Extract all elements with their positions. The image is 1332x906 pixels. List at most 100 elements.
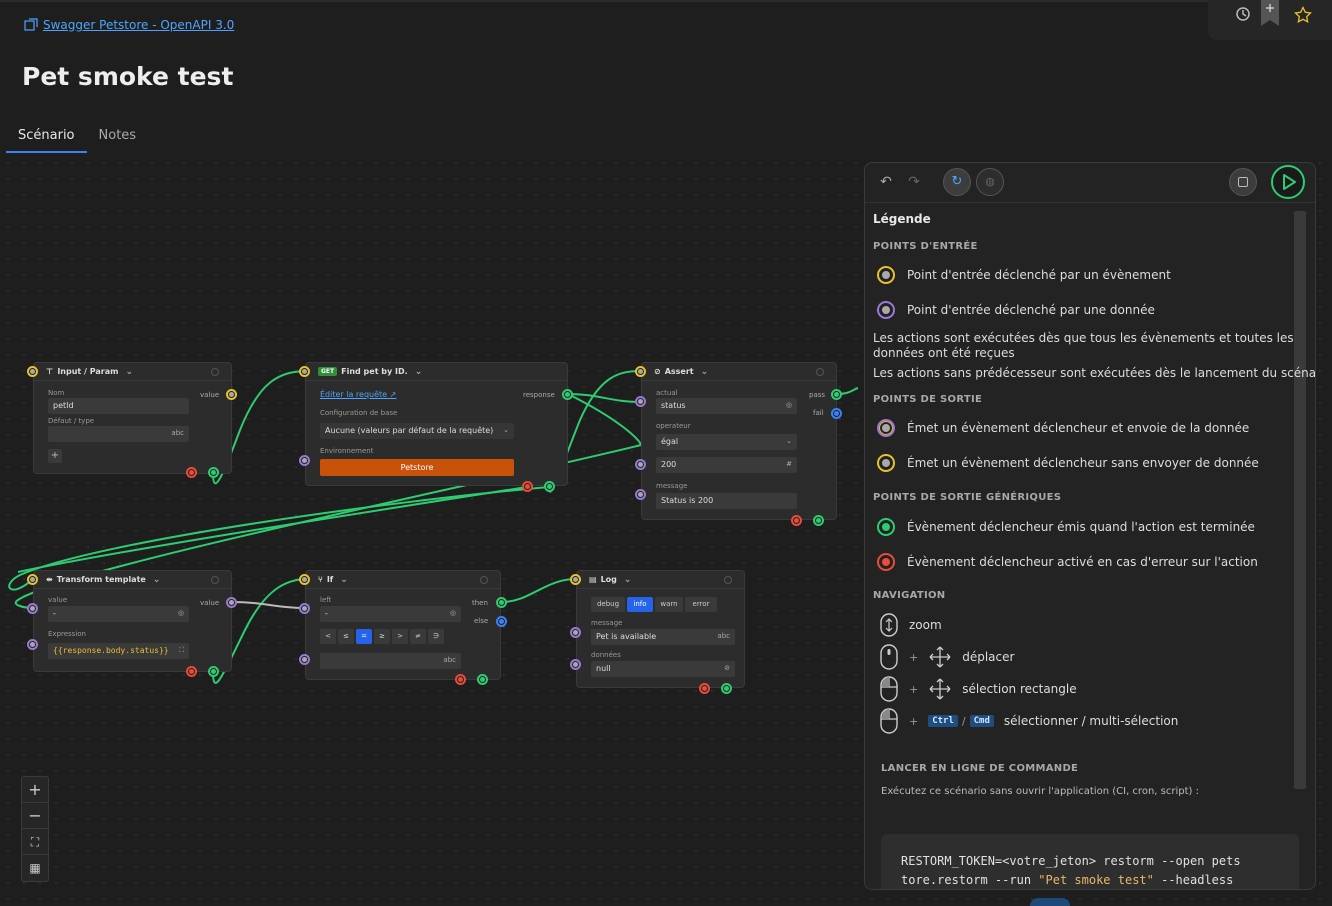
then-output-port[interactable] <box>496 597 507 608</box>
op-ne[interactable]: ≠ <box>410 629 426 644</box>
chevron-down-icon[interactable]: ⌄ <box>153 575 161 585</box>
op-le[interactable]: ≤ <box>338 629 354 644</box>
chevron-down-icon[interactable]: ⌄ <box>701 367 709 377</box>
event-entry-port[interactable] <box>635 366 646 377</box>
actual-input[interactable]: status ◎ <box>656 398 797 414</box>
node-header[interactable]: ⊘ Assert ⌄ <box>642 363 836 381</box>
op-contains[interactable]: ∋ <box>428 629 444 644</box>
op-eq[interactable]: = <box>356 629 372 644</box>
node-header[interactable]: ⑂ If ⌄ <box>306 571 500 589</box>
error-output-port[interactable] <box>455 674 466 685</box>
level-info[interactable]: info <box>627 597 653 612</box>
expression-input[interactable]: {{response.body.status}} ⛶ <box>48 643 189 659</box>
bookmark-add-icon[interactable] <box>1260 0 1280 28</box>
else-output-port[interactable] <box>496 616 507 627</box>
data-entry-port[interactable] <box>299 455 310 466</box>
data-entry-port[interactable] <box>570 659 581 670</box>
environment-button[interactable]: Petstore <box>320 459 514 476</box>
data-input[interactable]: null ⊘ <box>591 661 735 677</box>
chevron-down-icon[interactable]: ⌄ <box>340 575 348 585</box>
operator-select[interactable]: égal ⌄ <box>656 434 797 450</box>
event-entry-port[interactable] <box>299 366 310 377</box>
undo-icon[interactable]: ↶ <box>877 173 895 191</box>
left-entry-port[interactable] <box>299 603 310 614</box>
name-input[interactable]: petId <box>48 398 189 414</box>
done-output-port[interactable] <box>544 481 555 492</box>
response-output-port[interactable] <box>562 389 573 400</box>
node-if[interactable]: ⑂ If ⌄ left - ◎ < ≤ = ≥ > ≠ ∋ abc then el… <box>305 570 501 680</box>
op-ge[interactable]: ≥ <box>374 629 390 644</box>
event-entry-port[interactable] <box>27 574 38 585</box>
fail-output-port[interactable] <box>831 408 842 419</box>
level-debug[interactable]: debug <box>591 597 625 612</box>
stop-button[interactable] <box>1229 168 1257 196</box>
event-entry-port[interactable] <box>27 366 38 377</box>
done-output-port[interactable] <box>208 467 219 478</box>
expand-icon[interactable]: ⛶ <box>179 646 184 655</box>
value-output-port[interactable] <box>226 597 237 608</box>
node-header[interactable]: GET Find pet by ID. ⌄ <box>306 363 567 381</box>
error-output-port[interactable] <box>522 481 533 492</box>
node-transform-template[interactable]: ⇴ Transform template ⌄ value - ◎ Expressi… <box>33 570 232 672</box>
node-log[interactable]: ▤ Log ⌄ debug info warn error message Pe… <box>576 570 745 688</box>
run-button[interactable] <box>1271 165 1305 199</box>
value-input[interactable]: - ◎ <box>48 606 189 622</box>
actual-entry-port[interactable] <box>635 396 646 407</box>
done-output-port[interactable] <box>813 515 824 526</box>
error-output-port[interactable] <box>791 515 802 526</box>
done-output-port[interactable] <box>721 683 732 694</box>
history-icon[interactable] <box>1234 5 1252 23</box>
zoom-in-button[interactable]: + <box>22 777 48 803</box>
pass-output-port[interactable] <box>831 389 842 400</box>
default-type-input[interactable]: abc <box>48 426 189 442</box>
null-icon[interactable]: ⊘ <box>724 664 730 672</box>
node-input-param[interactable]: ⊤ Input / Param ⌄ Nom petId Défaut / typ… <box>33 362 232 474</box>
fit-view-button[interactable]: ⛶ <box>22 829 48 855</box>
add-param-button[interactable]: + <box>48 449 62 463</box>
message-entry-port[interactable] <box>635 489 646 500</box>
message-entry-port[interactable] <box>570 627 581 638</box>
chevron-down-icon[interactable]: ⌄ <box>125 367 133 377</box>
right-input[interactable]: abc <box>320 653 461 669</box>
config-select[interactable]: Aucune (valeurs par défaut de la requête… <box>320 423 514 439</box>
zoom-out-button[interactable]: − <box>22 803 48 829</box>
error-output-port[interactable] <box>699 683 710 694</box>
redo-icon[interactable]: ↷ <box>905 173 923 191</box>
expected-input[interactable]: 200 # <box>656 457 797 473</box>
expected-entry-port[interactable] <box>635 459 646 470</box>
error-output-port[interactable] <box>186 666 197 677</box>
op-lt[interactable]: < <box>320 629 336 644</box>
value-entry-port[interactable] <box>27 603 38 614</box>
expression-entry-port[interactable] <box>27 639 38 650</box>
left-input[interactable]: - ◎ <box>320 606 461 622</box>
disabled-action-button[interactable]: ◍ <box>976 168 1004 196</box>
event-entry-port[interactable] <box>299 574 310 585</box>
tab-notes[interactable]: Notes <box>87 126 149 153</box>
value-output-port[interactable] <box>226 389 237 400</box>
message-input[interactable]: Pet is available abc <box>591 629 735 645</box>
breadcrumb[interactable]: Swagger Petstore - OpenAPI 3.0 <box>24 18 234 32</box>
edit-request-link[interactable]: Éditer la requête ↗ <box>320 390 396 399</box>
auto-layout-button[interactable]: ↻ <box>943 168 971 196</box>
op-gt[interactable]: > <box>392 629 408 644</box>
cli-command-block[interactable]: RESTORM_TOKEN=<votre_jeton> restorm --op… <box>881 834 1299 889</box>
node-header[interactable]: ⇴ Transform template ⌄ <box>34 571 231 589</box>
node-header[interactable]: ▤ Log ⌄ <box>577 571 744 589</box>
chevron-down-icon[interactable]: ⌄ <box>415 367 423 377</box>
done-output-port[interactable] <box>208 666 219 677</box>
node-header[interactable]: ⊤ Input / Param ⌄ <box>34 363 231 381</box>
level-warn[interactable]: warn <box>655 597 683 612</box>
minimap-button[interactable]: ▦ <box>22 855 48 881</box>
error-output-port[interactable] <box>186 467 197 478</box>
star-icon[interactable] <box>1294 6 1312 24</box>
level-error[interactable]: error <box>685 597 717 612</box>
tab-scenario[interactable]: Scénario <box>6 126 87 153</box>
right-entry-port[interactable] <box>299 654 310 665</box>
panel-scrollbar[interactable] <box>1294 211 1306 789</box>
chevron-down-icon[interactable]: ⌄ <box>624 575 632 585</box>
node-assert[interactable]: ⊘ Assert ⌄ actual status ◎ operateur égal… <box>641 362 837 520</box>
message-input[interactable]: Status is 200 <box>656 493 797 509</box>
node-find-pet[interactable]: GET Find pet by ID. ⌄ Éditer la requête … <box>305 362 568 486</box>
done-output-port[interactable] <box>477 674 488 685</box>
event-entry-port[interactable] <box>570 574 581 585</box>
